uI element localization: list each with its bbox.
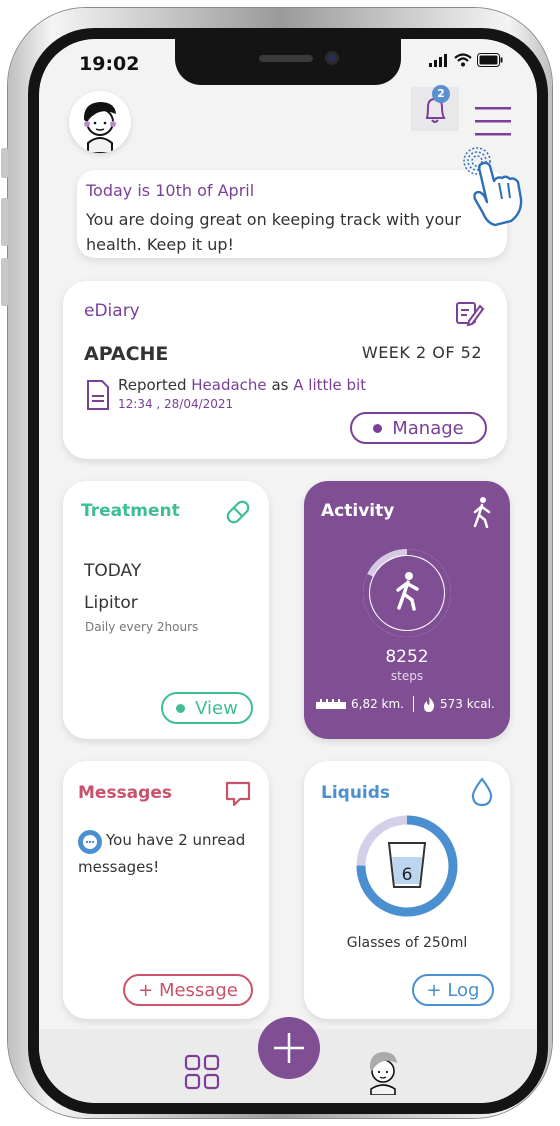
treatment-drug: Lipitor (84, 593, 138, 613)
button-dot (373, 423, 383, 433)
messages-title: Messages (78, 783, 172, 803)
speaker-grille (259, 55, 313, 62)
front-camera (325, 51, 339, 65)
ediary-title: eDiary (84, 301, 140, 321)
steps-count: 8252 (385, 647, 429, 667)
activity-distance: 6,82 km. (351, 697, 404, 711)
phone-side-button (1, 198, 8, 246)
report-timestamp: 12:34 , 28/04/2021 (118, 397, 234, 411)
document-icon (87, 380, 109, 410)
button-dot (176, 703, 186, 713)
glasses-count: 6 (401, 865, 413, 885)
ruler-icon (316, 699, 346, 709)
hamburger-menu-icon[interactable] (475, 107, 513, 137)
activity-card[interactable]: Activity 8252 steps 6,82 km. 573 kcal. (304, 481, 510, 739)
wifi-icon (454, 53, 472, 67)
avatar-face-icon (69, 91, 131, 153)
messages-text: You have 2 unread messages! (78, 831, 246, 876)
view-button[interactable]: View (161, 692, 253, 724)
user-avatar[interactable] (69, 91, 131, 153)
pill-icon (226, 500, 250, 524)
phone-side-button (1, 258, 8, 306)
status-icons (429, 53, 503, 67)
notification-badge: 2 (432, 85, 450, 103)
water-drop-icon (471, 777, 493, 807)
activity-title: Activity (321, 501, 395, 521)
battery-icon (477, 53, 503, 67)
liquids-caption: Glasses of 250ml (346, 935, 468, 951)
phone-side-button (1, 148, 8, 178)
signal-icon (429, 54, 447, 67)
new-message-button[interactable]: + Message (123, 974, 253, 1006)
edit-diary-icon[interactable] (453, 299, 485, 327)
treatment-card[interactable]: Treatment TODAY Lipitor Daily every 2hou… (63, 481, 269, 739)
grid-icon[interactable] (184, 1054, 220, 1090)
treatment-day: TODAY (84, 561, 142, 581)
tap-hand-icon (463, 147, 523, 227)
walking-person-icon (473, 497, 491, 528)
stats-divider (413, 696, 414, 712)
ediary-program: APACHE (84, 343, 169, 365)
treatment-title: Treatment (81, 501, 180, 521)
chat-icon (225, 781, 251, 807)
plus-icon (274, 1033, 304, 1063)
flame-icon (424, 696, 435, 712)
manage-label: Manage (392, 417, 464, 439)
report-severity: A little bit (293, 376, 367, 394)
activity-progress-ring (363, 549, 451, 637)
view-label: View (195, 697, 238, 719)
treatment-frequency: Daily every 2hours (85, 620, 199, 634)
profile-nav-icon[interactable] (361, 1045, 405, 1095)
report-mid: as (271, 376, 289, 394)
add-button[interactable] (258, 1017, 320, 1079)
banner-message: You are doing great on keeping track wit… (86, 210, 461, 254)
report-symptom: Headache (191, 376, 267, 394)
report-prefix: Reported (118, 376, 187, 394)
phone-notch (175, 39, 401, 85)
manage-button[interactable]: Manage (350, 412, 487, 444)
messages-card[interactable]: Messages You have 2 unread messages! + M… (63, 761, 269, 1019)
status-time: 19:02 (79, 53, 140, 75)
ediary-week: WEEK 2 OF 52 (361, 343, 482, 362)
activity-stats: 6,82 km. 573 kcal. (316, 696, 495, 712)
banner-date: Today is 10th of April (86, 181, 255, 200)
ediary-card[interactable]: eDiary APACHE WEEK 2 OF 52 Reported Head… (63, 281, 507, 459)
liquids-title: Liquids (321, 783, 391, 803)
liquids-card[interactable]: Liquids 6 Glasses of 250ml + Log (304, 761, 510, 1019)
app-screen: 19:02 2 Today is 10th of April You are d… (39, 39, 537, 1103)
activity-calories: 573 kcal. (440, 697, 495, 711)
welcome-banner: Today is 10th of April You are doing gre… (77, 170, 507, 258)
steps-label: steps (390, 669, 424, 683)
ediary-report: Reported Headache as A little bit (118, 376, 366, 394)
log-button[interactable]: + Log (412, 974, 494, 1006)
phone-frame: 19:02 2 Today is 10th of April You are d… (1, 8, 552, 1118)
